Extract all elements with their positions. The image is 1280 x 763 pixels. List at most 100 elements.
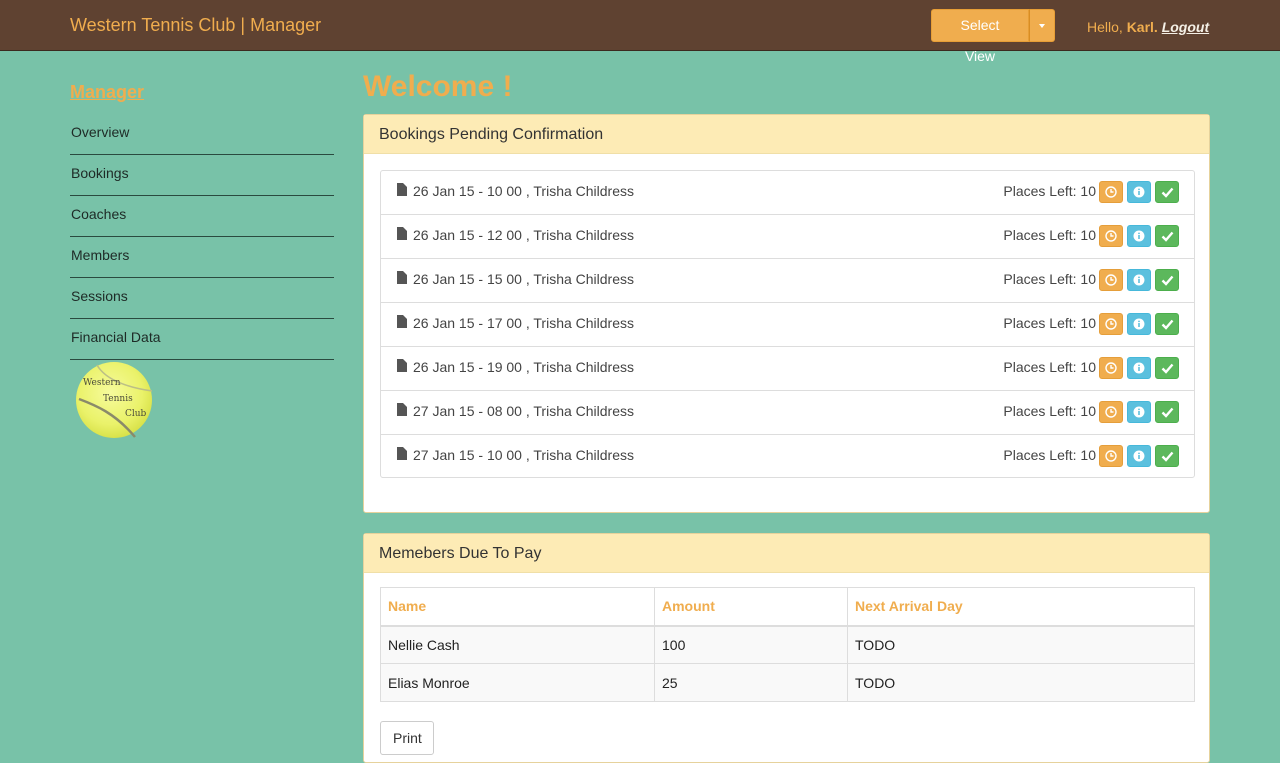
sidebar-item-bookings[interactable]: Bookings <box>70 155 334 196</box>
booking-text: 26 Jan 15 - 17 00 , Trisha Childress <box>413 315 635 331</box>
table-row: Nellie Cash 100 TODO <box>380 625 1195 664</box>
pending-bookings-title: Bookings Pending Confirmation <box>364 115 1209 154</box>
info-icon <box>1133 186 1145 198</box>
select-view-dropdown-toggle[interactable] <box>1029 9 1055 42</box>
booking-text: 26 Jan 15 - 15 00 , Trisha Childress <box>413 271 635 287</box>
cell-next-arrival: TODO <box>847 625 1195 664</box>
file-icon <box>397 359 407 372</box>
select-view-group: Select View <box>931 9 1055 64</box>
pending-bookings-list: 26 Jan 15 - 10 00 , Trisha Childress Plac… <box>380 170 1195 478</box>
cell-amount: 100 <box>654 625 848 664</box>
booking-text: 26 Jan 15 - 12 00 , Trisha Childress <box>413 227 635 243</box>
caret-down-icon <box>1039 24 1045 28</box>
list-item: 26 Jan 15 - 19 00 , Trisha Childress Plac… <box>381 347 1194 391</box>
confirm-button[interactable] <box>1155 445 1179 467</box>
sidebar-item-members[interactable]: Members <box>70 237 334 278</box>
greeting-text: Hello, <box>1087 19 1123 35</box>
postpone-button[interactable] <box>1099 225 1123 247</box>
info-icon <box>1133 230 1145 242</box>
cell-name: Elias Monroe <box>380 663 655 702</box>
page-title: Welcome ! <box>363 70 513 103</box>
column-header-name: Name <box>380 587 655 627</box>
confirm-button[interactable] <box>1155 313 1179 335</box>
club-logo: Western Tennis Club <box>76 362 153 438</box>
cell-name: Nellie Cash <box>380 625 655 664</box>
sidebar-title[interactable]: Manager <box>70 82 334 103</box>
sidebar: Manager Overview Bookings Coaches Member… <box>70 82 334 360</box>
list-item: 26 Jan 15 - 10 00 , Trisha Childress Plac… <box>381 171 1194 215</box>
info-icon <box>1133 450 1145 462</box>
places-left: Places Left: 10 <box>1003 183 1096 199</box>
logout-link[interactable]: Logout <box>1162 19 1209 35</box>
info-icon <box>1133 318 1145 330</box>
file-icon <box>397 403 407 416</box>
info-button[interactable] <box>1127 445 1151 467</box>
confirm-button[interactable] <box>1155 269 1179 291</box>
booking-text: 26 Jan 15 - 10 00 , Trisha Childress <box>413 183 635 199</box>
places-left: Places Left: 10 <box>1003 227 1096 243</box>
postpone-button[interactable] <box>1099 357 1123 379</box>
booking-text: 27 Jan 15 - 10 00 , Trisha Childress <box>413 447 635 463</box>
confirm-button[interactable] <box>1155 181 1179 203</box>
postpone-button[interactable] <box>1099 269 1123 291</box>
booking-text: 27 Jan 15 - 08 00 , Trisha Childress <box>413 403 635 419</box>
logo-text-line-3: Club <box>125 409 147 419</box>
info-button[interactable] <box>1127 269 1151 291</box>
clock-icon <box>1105 450 1117 462</box>
postpone-button[interactable] <box>1099 445 1123 467</box>
sidebar-item-overview[interactable]: Overview <box>70 114 334 155</box>
info-button[interactable] <box>1127 225 1151 247</box>
list-item: 26 Jan 15 - 12 00 , Trisha Childress Plac… <box>381 215 1194 259</box>
file-icon <box>397 227 407 240</box>
postpone-button[interactable] <box>1099 313 1123 335</box>
user-name: Karl. <box>1126 19 1158 35</box>
info-button[interactable] <box>1127 401 1151 423</box>
list-item: 27 Jan 15 - 08 00 , Trisha Childress Plac… <box>381 391 1194 435</box>
places-left: Places Left: 10 <box>1003 271 1096 287</box>
places-left: Places Left: 10 <box>1003 315 1096 331</box>
confirm-button[interactable] <box>1155 225 1179 247</box>
top-navbar: Western Tennis Club | Manager Select Vie… <box>0 0 1280 64</box>
file-icon <box>397 183 407 196</box>
places-left: Places Left: 10 <box>1003 447 1096 463</box>
logo-text-line-1: Western <box>83 378 121 388</box>
confirm-button[interactable] <box>1155 357 1179 379</box>
clock-icon <box>1105 230 1117 242</box>
postpone-button[interactable] <box>1099 181 1123 203</box>
confirm-button[interactable] <box>1155 401 1179 423</box>
clock-icon <box>1105 406 1117 418</box>
checkmark-icon <box>1161 407 1174 418</box>
column-header-amount: Amount <box>654 587 848 627</box>
checkmark-icon <box>1161 451 1174 462</box>
pending-bookings-panel: Bookings Pending Confirmation 26 Jan 15 … <box>363 114 1210 513</box>
clock-icon <box>1105 318 1117 330</box>
file-icon <box>397 447 407 460</box>
places-left: Places Left: 10 <box>1003 359 1096 375</box>
list-item: 26 Jan 15 - 15 00 , Trisha Childress Plac… <box>381 259 1194 303</box>
sidebar-item-sessions[interactable]: Sessions <box>70 278 334 319</box>
cell-amount: 25 <box>654 663 848 702</box>
sidebar-item-coaches[interactable]: Coaches <box>70 196 334 237</box>
select-view-button[interactable]: Select View <box>931 9 1029 64</box>
checkmark-icon <box>1161 187 1174 198</box>
info-button[interactable] <box>1127 357 1151 379</box>
brand-link[interactable]: Western Tennis Club | Manager <box>70 15 321 36</box>
members-due-table: Name Amount Next Arrival Day Nellie Cash… <box>380 587 1195 702</box>
print-button[interactable]: Print <box>380 721 434 755</box>
places-left: Places Left: 10 <box>1003 403 1096 419</box>
checkmark-icon <box>1161 363 1174 374</box>
info-icon <box>1133 406 1145 418</box>
file-icon <box>397 315 407 328</box>
clock-icon <box>1105 274 1117 286</box>
info-button[interactable] <box>1127 313 1151 335</box>
logo-text-line-2: Tennis <box>103 394 133 404</box>
postpone-button[interactable] <box>1099 401 1123 423</box>
checkmark-icon <box>1161 319 1174 330</box>
table-row: Elias Monroe 25 TODO <box>380 663 1195 702</box>
info-button[interactable] <box>1127 181 1151 203</box>
sidebar-item-financial-data[interactable]: Financial Data <box>70 319 334 360</box>
file-icon <box>397 271 407 284</box>
info-icon <box>1133 274 1145 286</box>
list-item: 26 Jan 15 - 17 00 , Trisha Childress Plac… <box>381 303 1194 347</box>
members-due-panel: Memebers Due To Pay Name Amount Next Arr… <box>363 533 1210 763</box>
